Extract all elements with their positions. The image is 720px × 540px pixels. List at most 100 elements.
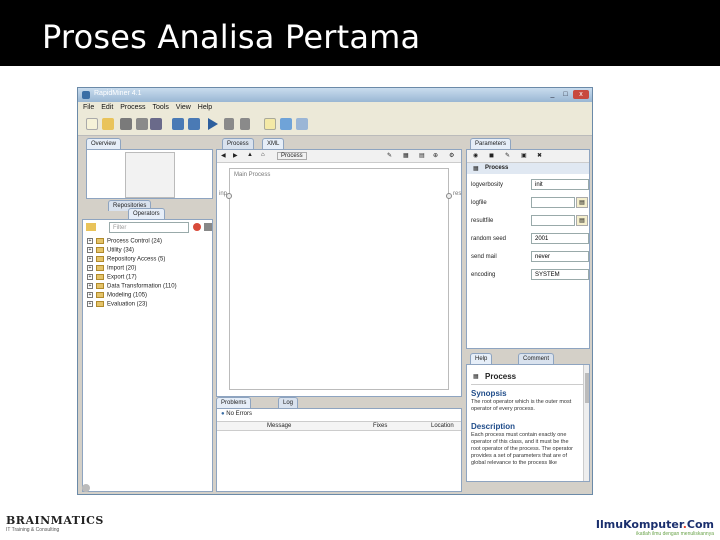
operator-info-icon[interactable]: ◉	[473, 152, 478, 159]
problems-panel: ● No Errors Message Fixes Location	[216, 408, 462, 492]
random-seed-field[interactable]: 2001	[531, 233, 589, 244]
problems-table-header: Message Fixes Location	[217, 421, 461, 431]
tab-process[interactable]: Process	[222, 138, 254, 149]
tab-comment[interactable]: Comment	[518, 353, 555, 364]
menu-process[interactable]: Process	[120, 102, 145, 114]
tree-item[interactable]: + Data Transformation (110)	[87, 283, 177, 290]
encoding-select[interactable]: SYSTEM	[531, 269, 589, 280]
expand-icon[interactable]: +	[87, 301, 93, 307]
auto-wire-icon[interactable]: ✎	[387, 152, 392, 159]
description-heading: Description	[471, 422, 516, 431]
enable-icon[interactable]: ◼	[489, 152, 494, 159]
back-icon[interactable]: ◀	[221, 152, 226, 159]
expand-icon[interactable]: +	[87, 238, 93, 244]
process-icon: ▦	[473, 166, 479, 172]
expand-icon[interactable]: +	[87, 256, 93, 262]
menu-view[interactable]: View	[176, 102, 191, 114]
param-label: resultfile	[471, 218, 494, 224]
tree-item[interactable]: + Utility (34)	[87, 247, 134, 254]
filter-options-icon[interactable]	[204, 223, 212, 231]
tab-help[interactable]: Help	[470, 353, 493, 364]
operator-filter-input[interactable]: Filter	[109, 222, 189, 233]
tree-item[interactable]: + Import (20)	[87, 265, 136, 272]
description-text: Each process must contain exactly one op…	[471, 432, 574, 466]
logfile-field[interactable]	[531, 197, 575, 208]
input-port[interactable]	[226, 193, 232, 199]
tab-parameters[interactable]: Parameters	[470, 138, 512, 149]
pause-icon[interactable]	[224, 118, 234, 130]
delete-icon[interactable]: ✖	[537, 152, 542, 159]
status-icon	[82, 484, 90, 492]
overview-thumbnail	[125, 152, 175, 198]
param-label: random seed	[471, 236, 507, 242]
resultfile-browse-icon[interactable]: ▤	[576, 215, 588, 226]
tab-overview[interactable]: Overview	[86, 138, 122, 149]
run-icon[interactable]	[208, 118, 218, 130]
new-file-icon[interactable]	[86, 118, 98, 130]
expand-icon[interactable]: +	[87, 283, 93, 289]
close-button[interactable]: x	[573, 90, 589, 99]
maximize-button[interactable]: □	[560, 90, 571, 99]
menu-tools[interactable]: Tools	[153, 102, 169, 114]
save-icon[interactable]	[120, 118, 132, 130]
logverbosity-select[interactable]: init	[531, 179, 589, 190]
tab-log[interactable]: Log	[278, 397, 299, 408]
column-fixes[interactable]: Fixes	[373, 423, 387, 429]
parameters-header-label: Process	[485, 165, 509, 171]
tree-item[interactable]: + Repository Access (5)	[87, 256, 165, 263]
print-icon[interactable]	[150, 118, 162, 130]
help-scrollbar-thumb[interactable]	[585, 373, 589, 403]
process-breadcrumb[interactable]: Process	[277, 152, 307, 160]
window-titlebar[interactable]: RapidMiner 4.1 _ □ x	[78, 88, 592, 102]
layout-icon[interactable]: ▦	[403, 152, 409, 159]
logfile-browse-icon[interactable]: ▤	[576, 197, 588, 208]
brainmatics-logo-text: BRAINMATICS	[6, 514, 104, 527]
expand-icon[interactable]: +	[87, 265, 93, 271]
expand-icon[interactable]: +	[87, 274, 93, 280]
tree-item[interactable]: + Process Control (24)	[87, 238, 162, 245]
clear-filter-icon[interactable]	[193, 223, 201, 231]
rename-icon[interactable]: ✎	[505, 152, 510, 159]
home-icon[interactable]: ⌂	[261, 152, 265, 158]
minimize-button[interactable]: _	[547, 90, 558, 99]
parameters-panel: ◉ ◼ ✎ ▣ ✖ ▦ Process logverbosity init lo…	[466, 149, 590, 349]
tree-item[interactable]: + Modeling (105)	[87, 292, 147, 299]
undo-icon[interactable]	[172, 118, 184, 130]
help-scrollbar[interactable]	[583, 365, 589, 481]
perspective-design-icon[interactable]	[264, 118, 276, 130]
tab-operators[interactable]: Operators	[128, 208, 165, 219]
new-building-block-icon[interactable]	[86, 223, 96, 231]
perspective-result-icon[interactable]	[280, 118, 292, 130]
up-icon[interactable]: ▲	[247, 152, 253, 158]
expert-mode-icon[interactable]: ▣	[521, 152, 527, 159]
menu-file[interactable]: File	[83, 102, 94, 114]
menu-edit[interactable]: Edit	[101, 102, 113, 114]
param-label: logfile	[471, 200, 487, 206]
options-icon[interactable]: ⚙	[449, 152, 454, 159]
menu-help[interactable]: Help	[198, 102, 212, 114]
column-location[interactable]: Location	[431, 423, 454, 429]
expand-icon[interactable]: +	[87, 247, 93, 253]
help-title: Process	[485, 372, 517, 381]
open-folder-icon[interactable]	[102, 118, 114, 130]
expand-icon[interactable]: +	[87, 292, 93, 298]
column-message[interactable]: Message	[267, 423, 291, 429]
grid-icon[interactable]: ▤	[419, 152, 425, 159]
perspective-welcome-icon[interactable]	[296, 118, 308, 130]
tab-xml[interactable]: XML	[262, 138, 285, 149]
save-as-icon[interactable]	[136, 118, 148, 130]
redo-icon[interactable]	[188, 118, 200, 130]
resultfile-field[interactable]	[531, 215, 575, 226]
tree-item[interactable]: + Export (17)	[87, 274, 137, 281]
stop-icon[interactable]	[240, 118, 250, 130]
zoom-icon[interactable]: ⊕	[433, 152, 438, 159]
tree-item[interactable]: + Evaluation (23)	[87, 301, 147, 308]
output-port[interactable]	[446, 193, 452, 199]
tab-problems[interactable]: Problems	[216, 397, 252, 408]
send-mail-select[interactable]: never	[531, 251, 589, 262]
canvas-label: Main Process	[234, 172, 271, 178]
process-canvas[interactable]: Main Process	[229, 168, 449, 390]
folder-icon	[96, 292, 104, 298]
app-window: RapidMiner 4.1 _ □ x File Edit Process T…	[77, 87, 593, 495]
forward-icon[interactable]: ▶	[233, 152, 238, 159]
